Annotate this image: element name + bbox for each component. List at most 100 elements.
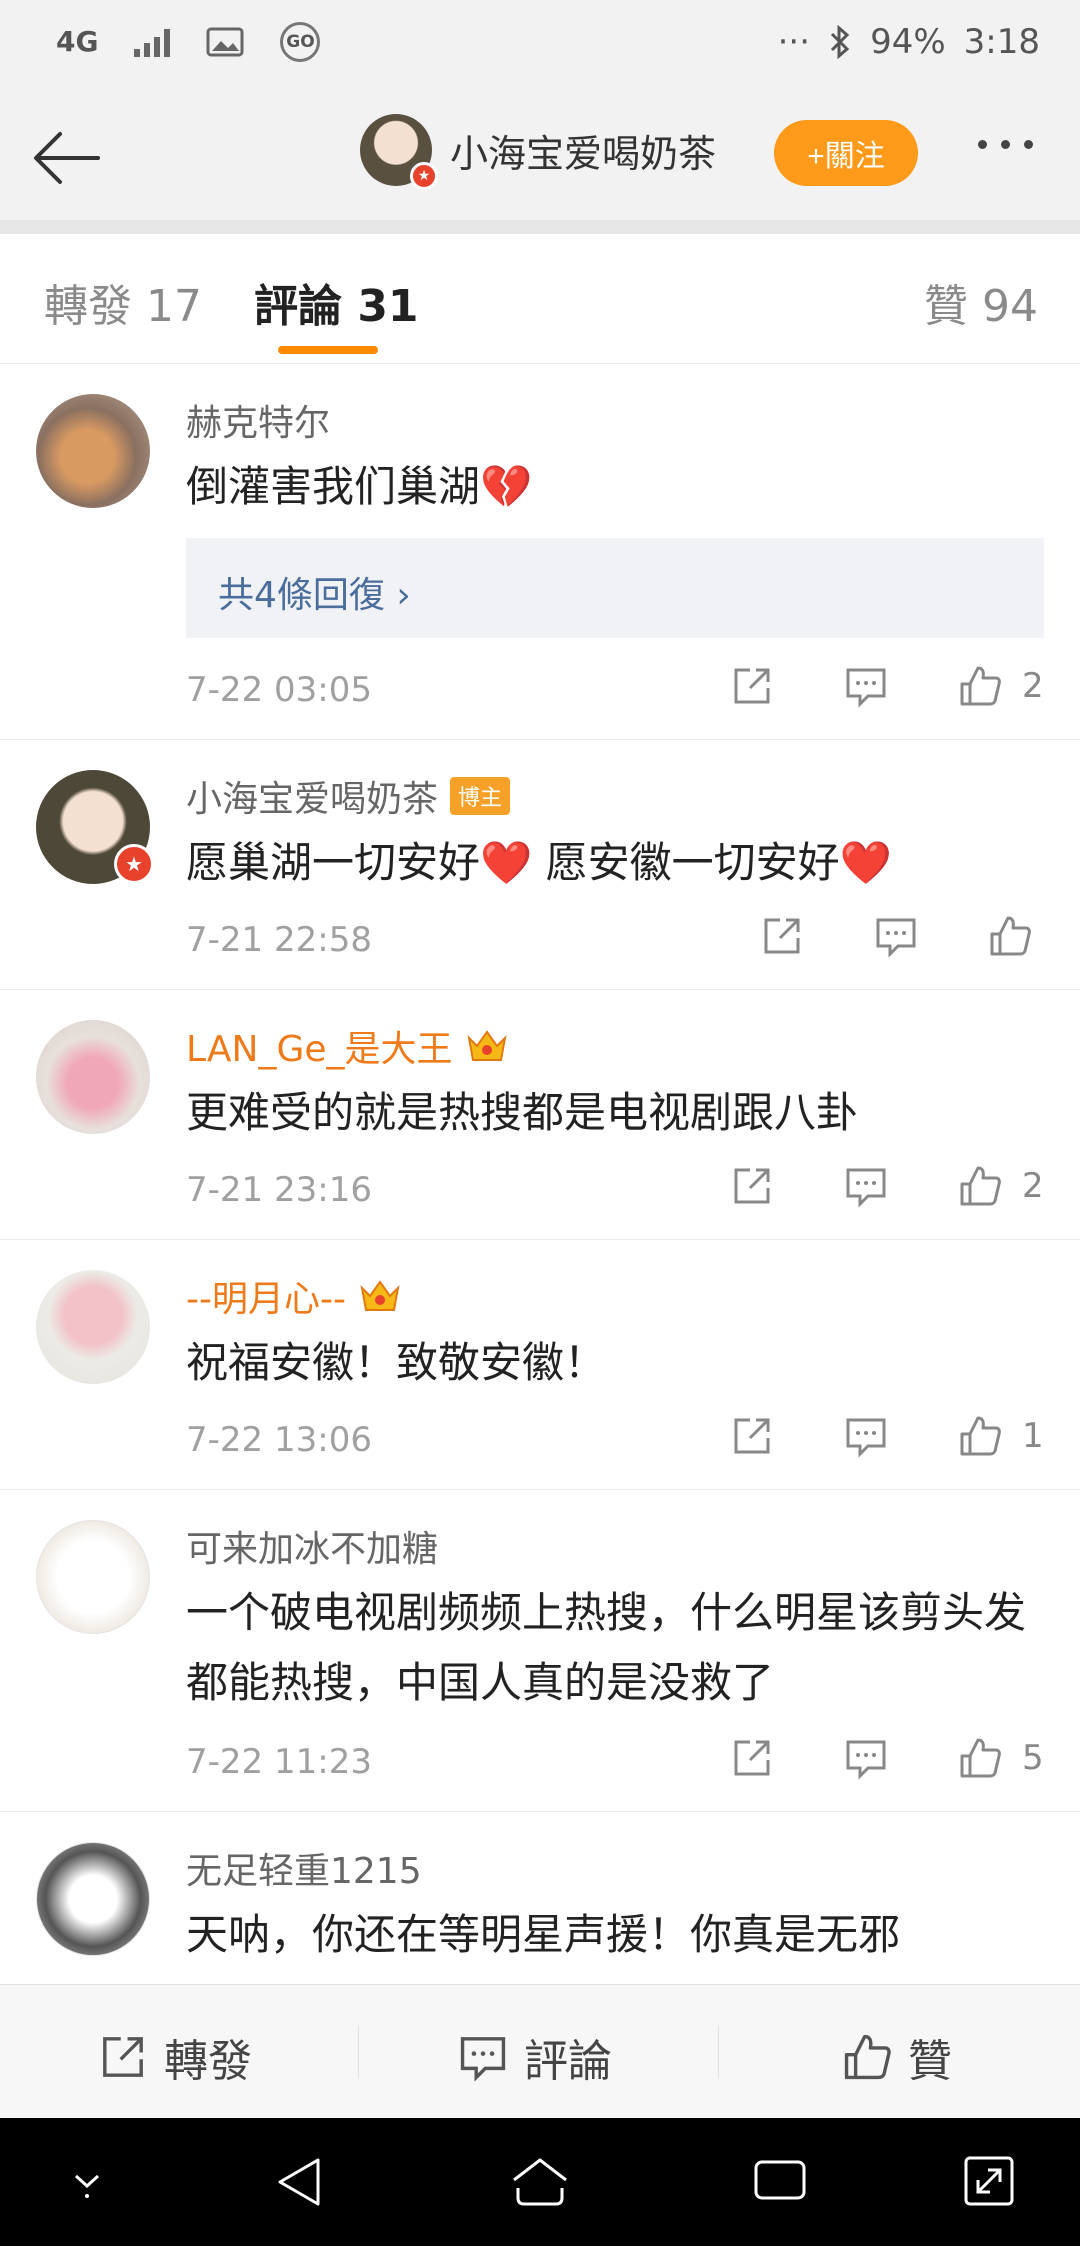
verified-icon: ★ [410, 162, 438, 190]
more-options-icon[interactable] [978, 140, 1033, 149]
divider [358, 2025, 359, 2079]
signal-icon [134, 27, 171, 57]
comment-text: 倒灌害我们巢湖💔 [186, 462, 533, 511]
comment-icon[interactable] [874, 914, 918, 958]
avatar[interactable] [36, 1842, 150, 1956]
comment-item: ★ 小海宝爱喝奶茶 博主 愿巢湖一切安好❤️ 愿安徽一切安好❤️ 7-21 22… [0, 740, 1080, 990]
repost-label: 轉發 [164, 2036, 252, 2087]
tab-reposts[interactable]: 轉發 17 [44, 270, 202, 334]
view-replies-link[interactable]: 共4條回復 › [218, 566, 411, 618]
comment-time: 7-22 13:06 [186, 1420, 372, 1460]
gallery-icon [206, 27, 244, 57]
top-navigation: ★ 小海宝爱喝奶茶 +關注 [0, 92, 1080, 220]
author-header[interactable]: ★ 小海宝爱喝奶茶 [360, 114, 716, 190]
tab-comments[interactable]: 評論 31 [254, 270, 419, 334]
comment-actions: 5 [730, 1736, 1044, 1780]
comment-text: 一个破电视剧频频上热搜，什么明星该剪头发都能热搜，中国人真的是没救了 [186, 1588, 1027, 1707]
share-icon[interactable] [730, 1164, 774, 1208]
hide-keyboard-icon[interactable] [62, 2154, 112, 2204]
avatar[interactable] [36, 1020, 150, 1134]
avatar[interactable] [36, 1270, 150, 1384]
comment-actions: 1 [730, 1414, 1044, 1458]
comment-author-row: LAN_Ge_是大王 [186, 1020, 509, 1072]
like-icon[interactable] [958, 1164, 1002, 1208]
like-icon[interactable] [988, 914, 1032, 958]
comment-author[interactable]: 小海宝爱喝奶茶 [186, 770, 438, 822]
like-label: 贊 [908, 2036, 952, 2087]
comment-time: 7-21 23:16 [186, 1170, 372, 1210]
fullscreen-icon[interactable] [962, 2154, 1016, 2208]
comment-author[interactable]: 可来加冰不加糖 [186, 1520, 438, 1572]
home-icon[interactable] [508, 2154, 572, 2210]
share-icon[interactable] [730, 1414, 774, 1458]
blogger-badge: 博主 [450, 777, 511, 815]
comment-author-row: 可来加冰不加糖 [186, 1520, 438, 1572]
like-icon[interactable] [958, 1414, 1002, 1458]
system-navigation-bar [0, 2118, 1080, 2246]
like-count: 2 [1022, 666, 1044, 706]
comment-item: LAN_Ge_是大王 更难受的就是热搜都是电视剧跟八卦 7-21 23:16 2 [0, 990, 1080, 1240]
active-tab-indicator [278, 346, 378, 354]
back-icon[interactable] [274, 2154, 324, 2210]
avatar[interactable] [36, 1520, 150, 1634]
repost-button[interactable]: 轉發 [98, 2025, 252, 2089]
battery-level: 94% [870, 22, 946, 62]
share-icon[interactable] [730, 1736, 774, 1780]
like-icon [844, 2034, 891, 2080]
comment-actions: 2 [730, 1164, 1044, 1208]
comment-label: 評論 [524, 2036, 612, 2087]
comment-time: 7-21 22:58 [186, 920, 372, 960]
tab-likes[interactable]: 贊 94 [924, 270, 1038, 334]
comment-author[interactable]: LAN_Ge_是大王 [186, 1020, 453, 1072]
comment-text: 愿巢湖一切安好❤️ 愿安徽一切安好❤️ [186, 838, 892, 887]
replies-box[interactable]: 共4條回復 › [186, 538, 1044, 638]
author-name[interactable]: 小海宝爱喝奶茶 [450, 123, 716, 178]
comment-author-row: --明月心-- [186, 1270, 402, 1322]
repost-icon [103, 2037, 143, 2077]
comment-actions [760, 914, 1032, 958]
divider [718, 2025, 719, 2079]
comment-author[interactable]: --明月心-- [186, 1270, 346, 1322]
comment-icon[interactable] [844, 664, 888, 708]
comment-author-row: 无足轻重1215 [186, 1842, 422, 1894]
bottom-action-bar: 轉發 評論 贊 [0, 1984, 1080, 2118]
network-type: 4G [56, 25, 99, 58]
tab-bar: 轉發 17 評論 31 贊 94 [0, 234, 1080, 364]
vip-crown-icon [360, 1280, 400, 1311]
bluetooth-icon [831, 25, 850, 59]
like-icon[interactable] [958, 1736, 1002, 1780]
comment-icon[interactable] [844, 1736, 888, 1780]
share-icon[interactable] [760, 914, 804, 958]
avatar[interactable] [36, 394, 150, 508]
like-button[interactable]: 贊 [842, 2025, 952, 2089]
go-icon: GO [280, 22, 321, 62]
comment-icon[interactable] [844, 1164, 888, 1208]
comment-text: 更难受的就是热搜都是电视剧跟八卦 [186, 1088, 859, 1137]
comment-time: 7-22 03:05 [186, 670, 372, 710]
comment-time: 7-22 11:23 [186, 1742, 372, 1782]
comment-item: --明月心-- 祝福安徽！致敬安徽！ 7-22 13:06 1 [0, 1240, 1080, 1490]
comment-button[interactable]: 評論 [458, 2025, 612, 2089]
comment-author[interactable]: 赫克特尔 [186, 394, 330, 446]
like-icon[interactable] [958, 664, 1002, 708]
status-bar: 4G GO ··· 94% 3:18 [0, 0, 1080, 92]
comment-item: 赫克特尔 倒灌害我们巢湖💔 共4條回復 › 7-22 03:05 2 [0, 364, 1080, 740]
comment-item: 可来加冰不加糖 一个破电视剧频频上热搜，什么明星该剪头发都能热搜，中国人真的是没… [0, 1490, 1080, 1812]
vip-crown-icon [466, 1030, 507, 1061]
comment-icon[interactable] [844, 1414, 888, 1458]
comment-author-row: 赫克特尔 [186, 394, 330, 446]
avatar[interactable]: ★ [36, 770, 154, 884]
share-icon[interactable] [730, 664, 774, 708]
comment-text: 祝福安徽！致敬安徽！ [186, 1338, 607, 1387]
like-count: 2 [1022, 1166, 1044, 1206]
back-arrow-icon[interactable] [28, 118, 108, 198]
follow-button[interactable]: +關注 [774, 120, 918, 186]
author-avatar[interactable]: ★ [360, 114, 438, 190]
recent-apps-icon[interactable] [752, 2154, 808, 2206]
comment-item: 无足轻重1215 天呐，你还在等明星声援！你真是无邪 [0, 1812, 1080, 1984]
more-notifications-icon: ··· [777, 22, 811, 62]
divider [0, 220, 1080, 234]
comment-text: 天呐，你还在等明星声援！你真是无邪 [186, 1910, 901, 1959]
comment-author-row: 小海宝爱喝奶茶 博主 [186, 770, 511, 822]
comment-author[interactable]: 无足轻重1215 [186, 1842, 422, 1894]
